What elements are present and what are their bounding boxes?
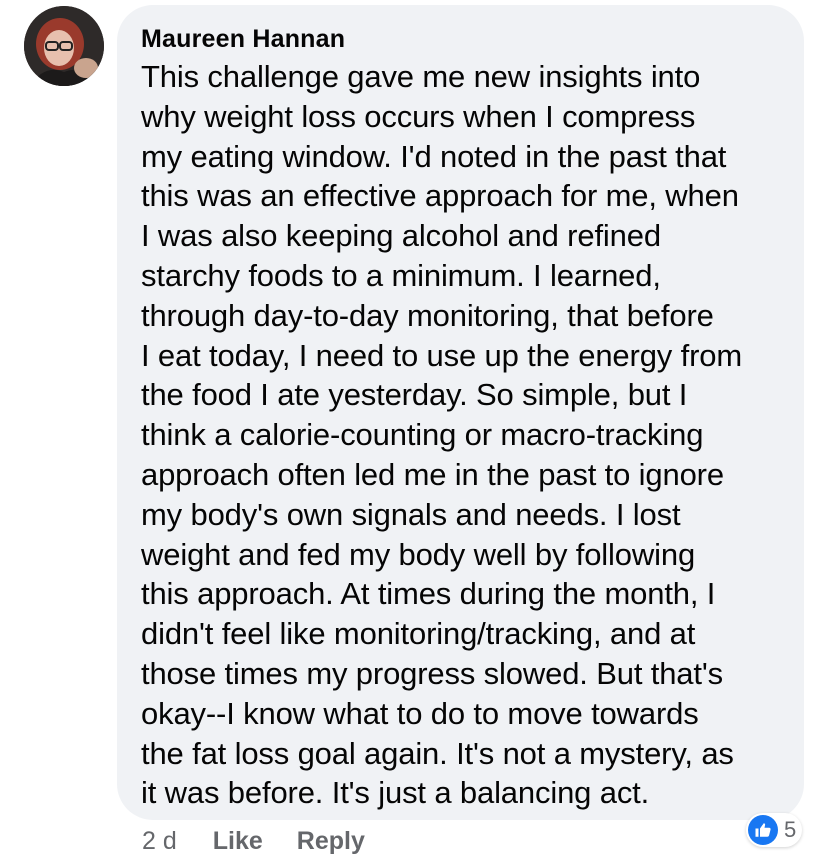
comment-bubble: Maureen Hannan This challenge gave me ne… (117, 5, 804, 820)
reaction-count: 5 (784, 817, 797, 842)
like-button[interactable]: Like (213, 827, 263, 854)
comment-actions: 2 d Like Reply (142, 824, 399, 854)
reply-button[interactable]: Reply (297, 827, 365, 854)
reaction-summary[interactable]: 5 (746, 813, 803, 847)
avatar[interactable] (24, 6, 104, 86)
comment-author[interactable]: Maureen Hannan (141, 24, 784, 54)
comment-timestamp[interactable]: 2 d (142, 827, 177, 854)
avatar-photo (24, 6, 104, 86)
comment-text: This challenge gave me new insights into… (141, 59, 743, 811)
thumbs-up-icon (748, 815, 778, 845)
